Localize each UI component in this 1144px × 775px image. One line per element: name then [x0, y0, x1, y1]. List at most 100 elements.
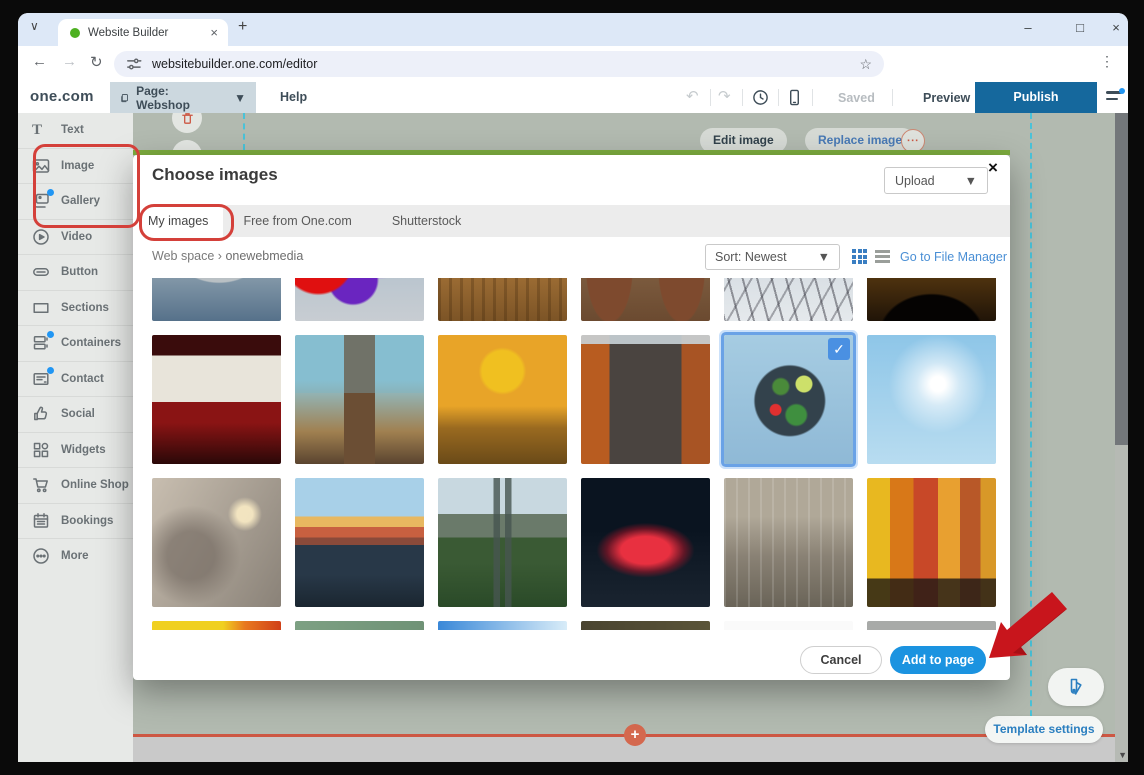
- window-maximize-button[interactable]: □: [1070, 20, 1090, 35]
- address-bar[interactable]: websitebuilder.one.com/editor ☆: [114, 51, 884, 77]
- grid-view-icon[interactable]: [852, 249, 867, 264]
- reload-icon[interactable]: ↻: [90, 53, 103, 71]
- modal-close-icon[interactable]: ×: [982, 158, 1004, 178]
- breadcrumb-root[interactable]: Web space: [152, 249, 214, 263]
- image-thumbnail-gray-landscape[interactable]: [867, 621, 996, 630]
- forward-icon[interactable]: →: [62, 53, 77, 70]
- sort-dropdown[interactable]: Sort: Newest ▼: [705, 244, 840, 270]
- image-thumbnail-blue-sky-gradient[interactable]: [438, 621, 567, 630]
- image-thumbnail-salad-bowl[interactable]: ✓: [724, 335, 853, 464]
- tab-free-from-onecom[interactable]: Free from One.com: [223, 205, 371, 237]
- image-thumbnail-ornate-facade[interactable]: [724, 478, 853, 607]
- preview-button[interactable]: Preview: [923, 91, 970, 105]
- sidebar-item-button[interactable]: Button: [18, 255, 133, 291]
- image-thumbnail-leather-boots[interactable]: [581, 278, 710, 321]
- tab-close-icon[interactable]: ×: [208, 25, 220, 40]
- sidebar-item-bookings[interactable]: Bookings: [18, 504, 133, 540]
- image-thumbnail-night-bridge[interactable]: [867, 278, 996, 321]
- publish-button[interactable]: Publish: [975, 82, 1097, 113]
- bookmark-star-icon[interactable]: ☆: [859, 56, 872, 73]
- browser-menu-icon[interactable]: ⋮: [1100, 53, 1114, 70]
- sidebar-item-video[interactable]: Video: [18, 220, 133, 256]
- image-thumbnail-night-fountain[interactable]: [581, 478, 710, 607]
- image-thumbnail-cobblestone-pavement[interactable]: [438, 278, 567, 321]
- image-thumbnail-colorful-houses[interactable]: [867, 478, 996, 607]
- tab-search-chevron-icon[interactable]: ∨: [30, 19, 39, 33]
- page-selector-label: Page: Webshop: [136, 84, 199, 112]
- pages-icon: [120, 91, 129, 105]
- new-tab-button[interactable]: +: [238, 18, 247, 36]
- tab-my-images[interactable]: My images: [133, 205, 223, 237]
- text-icon: T: [32, 122, 42, 138]
- list-view-icon[interactable]: [875, 250, 890, 265]
- image-thumbnail-cobbled-alley[interactable]: [581, 335, 710, 464]
- image-thumbnail-green-landscape[interactable]: [295, 621, 424, 630]
- modal-tabbar: My images Free from One.com Shutterstock: [133, 205, 1010, 237]
- cancel-button[interactable]: Cancel: [800, 646, 882, 674]
- mobile-preview-icon[interactable]: [786, 89, 803, 106]
- image-thumbnail-dark-landscape[interactable]: [581, 621, 710, 630]
- sidebar-item-widgets[interactable]: Widgets: [18, 433, 133, 469]
- image-thumbnail-street-bokeh[interactable]: [152, 478, 281, 607]
- browser-tab[interactable]: Website Builder ×: [58, 19, 228, 46]
- sections-icon: [32, 299, 50, 317]
- screenshot-root: ∨ Website Builder × + – □ × ← → ↻ websit…: [0, 0, 1144, 775]
- modal-title: Choose images: [152, 165, 278, 185]
- sidebar-item-gallery[interactable]: Gallery: [18, 184, 133, 220]
- file-manager-link[interactable]: Go to File Manager: [900, 250, 1007, 264]
- undo-icon[interactable]: ↶: [686, 87, 699, 105]
- image-thumbnail-light-minimal[interactable]: [724, 621, 853, 630]
- image-thumbnail-castle-garden[interactable]: [438, 478, 567, 607]
- template-settings-button[interactable]: Template settings: [985, 716, 1103, 743]
- editor-topbar: one.com Page: Webshop ▼ Help ↶ ↷ Saved P…: [18, 82, 1128, 113]
- image-thumbnail-sunny-sky[interactable]: [867, 335, 996, 464]
- breadcrumb-current: onewebmedia: [225, 249, 303, 263]
- saved-status: Saved: [838, 91, 875, 105]
- breadcrumb-separator: ›: [218, 249, 222, 263]
- window-close-button[interactable]: ×: [1106, 20, 1126, 35]
- sidebar-item-more[interactable]: More: [18, 539, 133, 574]
- sort-caret-icon: ▼: [818, 250, 830, 264]
- template-style-button[interactable]: [1048, 668, 1104, 706]
- upload-label: Upload: [895, 174, 935, 188]
- sidebar-item-online-shop[interactable]: Online Shop: [18, 468, 133, 504]
- sidebar-item-text[interactable]: T Text: [18, 113, 133, 149]
- sidebar-item-image[interactable]: Image: [18, 149, 133, 185]
- image-grid-inner: ✓: [152, 278, 996, 630]
- add-to-page-button[interactable]: Add to page: [890, 646, 986, 674]
- page-selector[interactable]: Page: Webshop ▼: [110, 82, 256, 113]
- sort-label: Sort: Newest: [715, 250, 787, 264]
- help-button[interactable]: Help: [280, 90, 307, 104]
- add-section-button[interactable]: +: [624, 724, 646, 746]
- image-thumbnail-ferris-wheel[interactable]: [724, 278, 853, 321]
- trash-icon: [180, 113, 195, 126]
- image-thumbnail-nyhavn-harbor[interactable]: [295, 478, 424, 607]
- image-thumbnail-historic-building[interactable]: [295, 335, 424, 464]
- sidebar-item-social[interactable]: Social: [18, 397, 133, 433]
- selected-check-icon: ✓: [828, 338, 850, 360]
- history-icon[interactable]: [752, 89, 769, 106]
- site-settings-icon[interactable]: [126, 56, 142, 72]
- sidebar-item-containers[interactable]: Containers: [18, 326, 133, 362]
- window-minimize-button[interactable]: –: [1018, 20, 1038, 35]
- image-thumbnail-stones-on-shore[interactable]: [152, 278, 281, 321]
- back-icon[interactable]: ←: [32, 53, 47, 70]
- sidebar-item-sections[interactable]: Sections: [18, 291, 133, 327]
- delete-element-button[interactable]: [172, 113, 202, 133]
- page-area-below: [133, 737, 1115, 762]
- editor-menu-icon[interactable]: [1106, 91, 1122, 104]
- image-thumbnail-yellow-abstract[interactable]: [152, 621, 281, 630]
- image-grid-viewport: ✓: [152, 278, 996, 630]
- social-thumbs-up-icon: [32, 405, 50, 423]
- image-thumbnail-autumn-park-path[interactable]: [438, 335, 567, 464]
- image-thumbnail-cinema-marquee[interactable]: [152, 335, 281, 464]
- sidebar-item-contact[interactable]: Contact: [18, 362, 133, 398]
- cart-icon: [32, 476, 50, 494]
- image-icon: [32, 157, 50, 175]
- canvas-scrollbar-thumb[interactable]: [1115, 113, 1128, 445]
- image-thumbnail-balloon-sculptures[interactable]: [295, 278, 424, 321]
- redo-icon[interactable]: ↷: [718, 87, 731, 105]
- tab-shutterstock[interactable]: Shutterstock: [372, 205, 481, 237]
- upload-dropdown[interactable]: Upload ▼: [884, 167, 988, 194]
- scrollbar-down-arrow-icon[interactable]: ▼: [1118, 750, 1127, 760]
